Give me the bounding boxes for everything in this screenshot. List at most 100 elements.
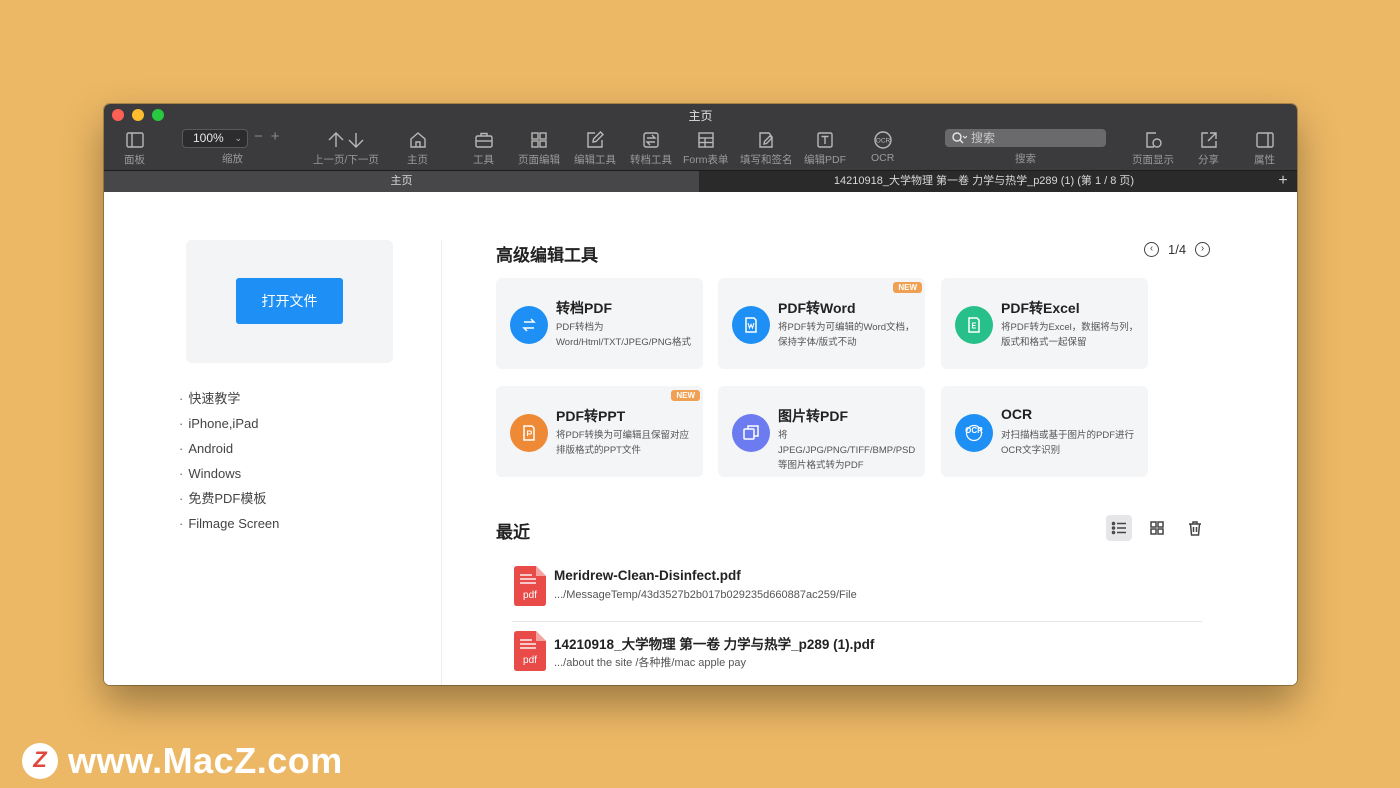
edit-tools-label: 编辑工具 xyxy=(574,154,616,166)
open-file-card: 打开文件 xyxy=(186,240,393,363)
recent-file-row[interactable]: pdf 14210918_大学物理 第一卷 力学与热学_p289 (1).pdf… xyxy=(512,623,1202,685)
recent-file-path: .../about the site /各种推/mac apple pay xyxy=(554,657,746,669)
image-icon xyxy=(732,414,770,452)
page-edit-label: 页面编辑 xyxy=(518,154,560,166)
prev-page-icon[interactable]: ‹ xyxy=(1144,242,1159,257)
tool-card-desc: 对扫描档或基于图片的PDF进行OCR文字识别 xyxy=(1001,430,1135,456)
ocr-label: OCR xyxy=(871,152,895,164)
pager-text: 1/4 xyxy=(1168,242,1187,257)
page-display-button[interactable]: 页面显示 xyxy=(1132,130,1174,167)
new-badge: NEW xyxy=(671,390,700,401)
sign-icon xyxy=(759,132,774,148)
tool-card-image-to-pdf[interactable]: 图片转PDF 将JPEG/JPG/PNG/TIFF/BMP/PSD等图片格式转为… xyxy=(718,386,925,477)
grid-icon xyxy=(1150,521,1164,535)
window-title: 主页 xyxy=(688,109,713,123)
grid-view-button[interactable] xyxy=(1144,515,1170,541)
link-free-templates[interactable]: 免费PDF模板 xyxy=(179,491,279,516)
tab-bar: 主页 14210918_大学物理 第一卷 力学与热学_p289 (1) (第 1… xyxy=(104,170,1297,193)
ocr-icon: OCR xyxy=(873,131,892,149)
help-links: 快速教学 iPhone,iPad Android Windows 免费PDF模板… xyxy=(179,391,279,541)
excel-icon xyxy=(955,306,993,344)
panel-button[interactable]: 面板 xyxy=(124,130,145,167)
delete-button[interactable] xyxy=(1182,515,1208,541)
tab-home[interactable]: 主页 xyxy=(104,171,699,193)
zoom-select[interactable]: 100% ⌄ xyxy=(182,129,248,148)
pdf-icon-text: pdf xyxy=(523,655,537,666)
new-tab-button[interactable]: + xyxy=(1273,171,1293,191)
tool-card-name: OCR xyxy=(1001,406,1033,422)
ocr-button[interactable]: OCR OCR xyxy=(871,130,894,164)
recent-file-name: 14210918_大学物理 第一卷 力学与热学_p289 (1).pdf xyxy=(554,637,875,652)
watermark: Z www.MacZ.com xyxy=(22,740,343,782)
macz-logo: Z xyxy=(22,743,58,779)
tool-card-desc: 将PDF转为Excel，数据将与列，版式和格式一起保留 xyxy=(1001,322,1139,348)
share-button[interactable]: 分享 xyxy=(1198,130,1219,167)
share-icon xyxy=(1200,132,1217,148)
search-input[interactable]: 搜索 xyxy=(945,129,1106,147)
page-display-label: 页面显示 xyxy=(1132,154,1174,166)
new-badge: NEW xyxy=(893,282,922,293)
home-content: 打开文件 快速教学 iPhone,iPad Android Windows 免费… xyxy=(104,192,1297,685)
tools-section-title: 高级编辑工具 xyxy=(496,246,598,265)
properties-label: 属性 xyxy=(1254,154,1275,166)
link-filmage-screen[interactable]: Filmage Screen xyxy=(179,516,279,541)
up-down-arrows-icon xyxy=(328,132,364,148)
home-icon xyxy=(409,132,426,148)
list-icon xyxy=(1111,521,1126,535)
sidebar-right-icon xyxy=(1255,132,1274,148)
toolbar: 主页 面板 100% ⌄ −+ 缩放 上一页/下一页 主页 工具 页面编辑 编辑工… xyxy=(104,104,1297,170)
form-label: Form表单 xyxy=(683,154,729,166)
panel-label: 面板 xyxy=(124,154,145,166)
app-window: 主页 面板 100% ⌄ −+ 缩放 上一页/下一页 主页 工具 页面编辑 编辑工… xyxy=(104,104,1297,685)
fill-sign-label: 填写和签名 xyxy=(740,154,793,166)
recent-file-path: .../MessageTemp/43d3527b2b017b029235d660… xyxy=(554,589,857,601)
panel-icon xyxy=(125,132,144,148)
tools-button[interactable]: 工具 xyxy=(473,130,494,167)
tab-document[interactable]: 14210918_大学物理 第一卷 力学与热学_p289 (1) (第 1 / … xyxy=(699,171,1269,193)
edit-icon xyxy=(587,131,604,148)
grid-icon xyxy=(531,132,547,148)
edit-pdf-label: 编辑PDF xyxy=(804,154,846,166)
tool-card-desc: 将PDF转为可编辑的Word文档，保持字体/版式不动 xyxy=(778,322,915,348)
open-file-button[interactable]: 打开文件 xyxy=(236,278,343,324)
tool-card-pdf-to-excel[interactable]: PDF转Excel 将PDF转为Excel，数据将与列，版式和格式一起保留 xyxy=(941,278,1148,369)
home-button[interactable]: 主页 xyxy=(407,130,428,167)
edit-tools-button[interactable]: 编辑工具 xyxy=(574,130,616,167)
properties-button[interactable]: 属性 xyxy=(1254,130,1275,167)
tool-card-name: 转档PDF xyxy=(556,300,612,316)
text-icon xyxy=(817,132,833,148)
next-page-icon[interactable]: › xyxy=(1195,242,1211,257)
tool-card-ocr[interactable]: OCR OCR 对扫描档或基于图片的PDF进行OCR文字识别 xyxy=(941,386,1148,477)
tools-label: 工具 xyxy=(473,154,494,166)
recent-view-controls xyxy=(1106,515,1208,541)
tool-card-desc: 将JPEG/JPG/PNG/TIFF/BMP/PSD等图片格式转为PDF xyxy=(778,430,916,471)
zoom-label: 缩放 xyxy=(222,153,243,165)
tool-card-pdf-to-word[interactable]: PDF转Word 将PDF转为可编辑的Word文档，保持字体/版式不动 NEW xyxy=(718,278,925,369)
edit-pdf-button[interactable]: 编辑PDF xyxy=(804,130,846,167)
toolbox-icon xyxy=(474,132,493,148)
link-windows[interactable]: Windows xyxy=(179,466,279,491)
link-quick-tutorial[interactable]: 快速教学 xyxy=(179,391,279,416)
table-icon xyxy=(698,132,714,148)
recent-file-row[interactable]: pdf Meridrew-Clean-Disinfect.pdf .../Mes… xyxy=(512,558,1202,622)
ocr-icon: OCR xyxy=(955,414,993,452)
convert-tools-button[interactable]: 转档工具 xyxy=(630,130,672,167)
fill-sign-button[interactable]: 填写和签名 xyxy=(740,130,793,167)
form-button[interactable]: Form表单 xyxy=(683,130,729,167)
list-view-button[interactable] xyxy=(1106,515,1132,541)
zoom-stepper[interactable]: −+ xyxy=(254,128,288,145)
pdf-icon-text: pdf xyxy=(523,590,537,601)
tool-card-name: PDF转PPT xyxy=(556,408,626,424)
recent-file-name: Meridrew-Clean-Disinfect.pdf xyxy=(554,568,741,583)
link-android[interactable]: Android xyxy=(179,441,279,466)
recent-section-title: 最近 xyxy=(496,523,530,542)
link-iphone-ipad[interactable]: iPhone,iPad xyxy=(179,416,279,441)
trash-icon xyxy=(1189,521,1201,536)
tool-card-pdf-to-ppt[interactable]: PDF转PPT 将PDF转换为可编辑且保留对应排版格式的PPT文件 NEW xyxy=(496,386,703,477)
tool-card-desc: PDF转档为Word/Html/TXT/JPEG/PNG格式 xyxy=(556,322,691,348)
prev-next-page-button[interactable]: 上一页/下一页 xyxy=(313,130,379,167)
watermark-text: www.MacZ.com xyxy=(68,740,343,781)
macz-logo-letter: Z xyxy=(33,747,47,772)
tool-card-convert-pdf[interactable]: 转档PDF PDF转档为Word/Html/TXT/JPEG/PNG格式 xyxy=(496,278,703,369)
page-edit-button[interactable]: 页面编辑 xyxy=(518,130,560,167)
